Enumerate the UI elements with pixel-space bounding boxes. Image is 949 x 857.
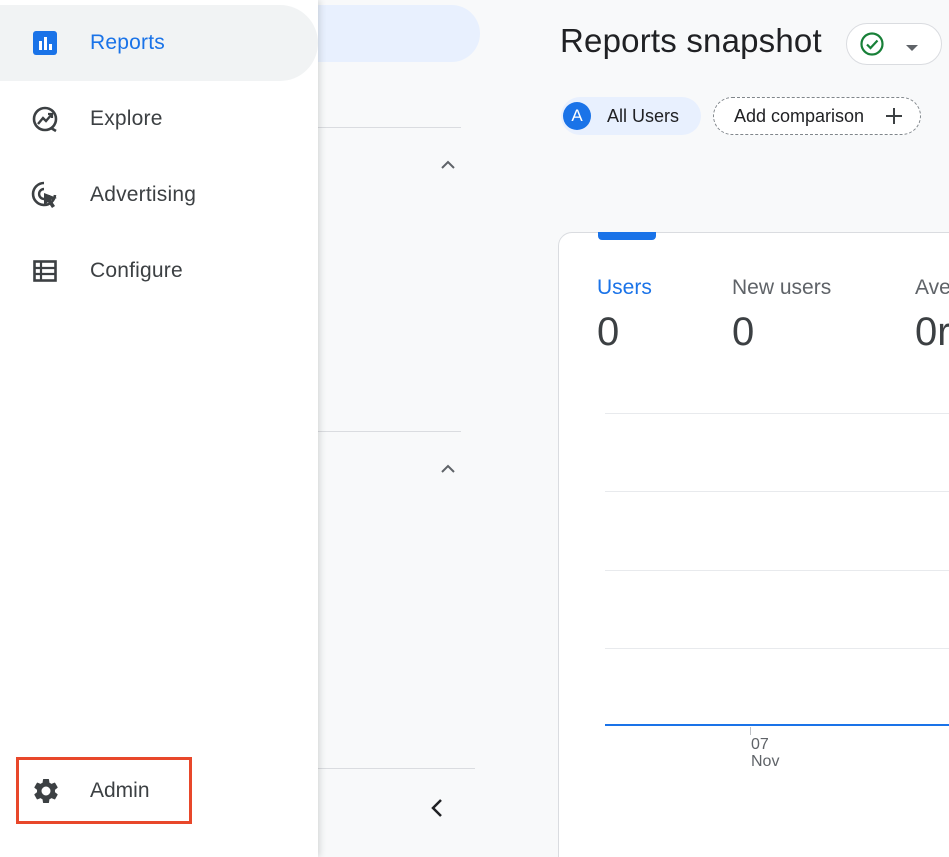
bar-chart-icon bbox=[28, 26, 62, 60]
reports-home-item[interactable] bbox=[300, 5, 480, 62]
nav-item-label: Advertising bbox=[90, 183, 197, 206]
x-tick-day: 07 bbox=[751, 736, 769, 753]
nav-item-advertising[interactable]: Advertising bbox=[0, 157, 318, 233]
metric-label: Users bbox=[597, 276, 652, 299]
nav-item-reports[interactable]: Reports bbox=[0, 5, 318, 81]
left-nav-rail: Reports Explore Advertising Configure Ad… bbox=[0, 0, 318, 857]
nav-item-configure[interactable]: Configure bbox=[0, 233, 318, 309]
plus-icon bbox=[884, 106, 904, 131]
explore-icon bbox=[28, 102, 62, 136]
add-comparison-label: Add comparison bbox=[734, 105, 865, 126]
active-tab-indicator bbox=[598, 232, 656, 240]
chevron-up-icon[interactable] bbox=[436, 456, 460, 480]
metric-label: Ave bbox=[915, 276, 949, 299]
segment-label: All Users bbox=[607, 105, 680, 126]
metric-label: New users bbox=[732, 276, 832, 299]
divider bbox=[318, 127, 461, 128]
chevron-up-icon[interactable] bbox=[436, 152, 460, 176]
nav-item-admin[interactable]: Admin bbox=[19, 760, 192, 821]
metric-value: 0 bbox=[732, 310, 755, 354]
metric-tab-new-users[interactable]: New users 0 bbox=[732, 276, 831, 355]
collapse-nav-button[interactable] bbox=[420, 790, 454, 830]
check-circle-icon bbox=[859, 31, 885, 62]
gear-icon bbox=[29, 774, 63, 808]
advertising-icon bbox=[28, 178, 62, 212]
x-tick-month: Nov bbox=[751, 753, 780, 770]
chart-gridline bbox=[605, 491, 949, 492]
chart-gridline bbox=[605, 648, 949, 649]
chart-series-line bbox=[605, 724, 949, 726]
x-axis-tick-label: 07 Nov bbox=[751, 736, 779, 770]
divider bbox=[318, 768, 475, 769]
metric-value: 0 bbox=[597, 310, 620, 354]
nav-item-label: Admin bbox=[90, 778, 150, 802]
segment-chip-all-users[interactable]: A All Users bbox=[561, 97, 701, 135]
page-title: Reports snapshot bbox=[560, 22, 822, 59]
metric-tab-users[interactable]: Users 0 bbox=[597, 276, 652, 355]
nav-item-label: Explore bbox=[90, 107, 163, 130]
chart-gridline bbox=[605, 570, 949, 571]
report-status-dropdown[interactable] bbox=[846, 23, 942, 65]
chevron-left-icon bbox=[431, 798, 443, 823]
divider bbox=[318, 431, 461, 432]
nav-item-label: Configure bbox=[90, 259, 183, 282]
nav-item-explore[interactable]: Explore bbox=[0, 81, 318, 157]
metric-tab-average[interactable]: Ave 0r bbox=[915, 276, 949, 355]
add-comparison-button[interactable]: Add comparison bbox=[713, 97, 921, 135]
chart-gridline bbox=[605, 413, 949, 414]
admin-highlight-box: Admin bbox=[16, 757, 192, 824]
nav-item-label: Reports bbox=[90, 31, 165, 54]
configure-icon bbox=[28, 254, 62, 288]
metric-value: 0r bbox=[915, 310, 949, 354]
segment-avatar: A bbox=[563, 102, 591, 130]
dropdown-arrow-icon bbox=[905, 39, 919, 57]
x-axis-tick bbox=[750, 727, 751, 735]
